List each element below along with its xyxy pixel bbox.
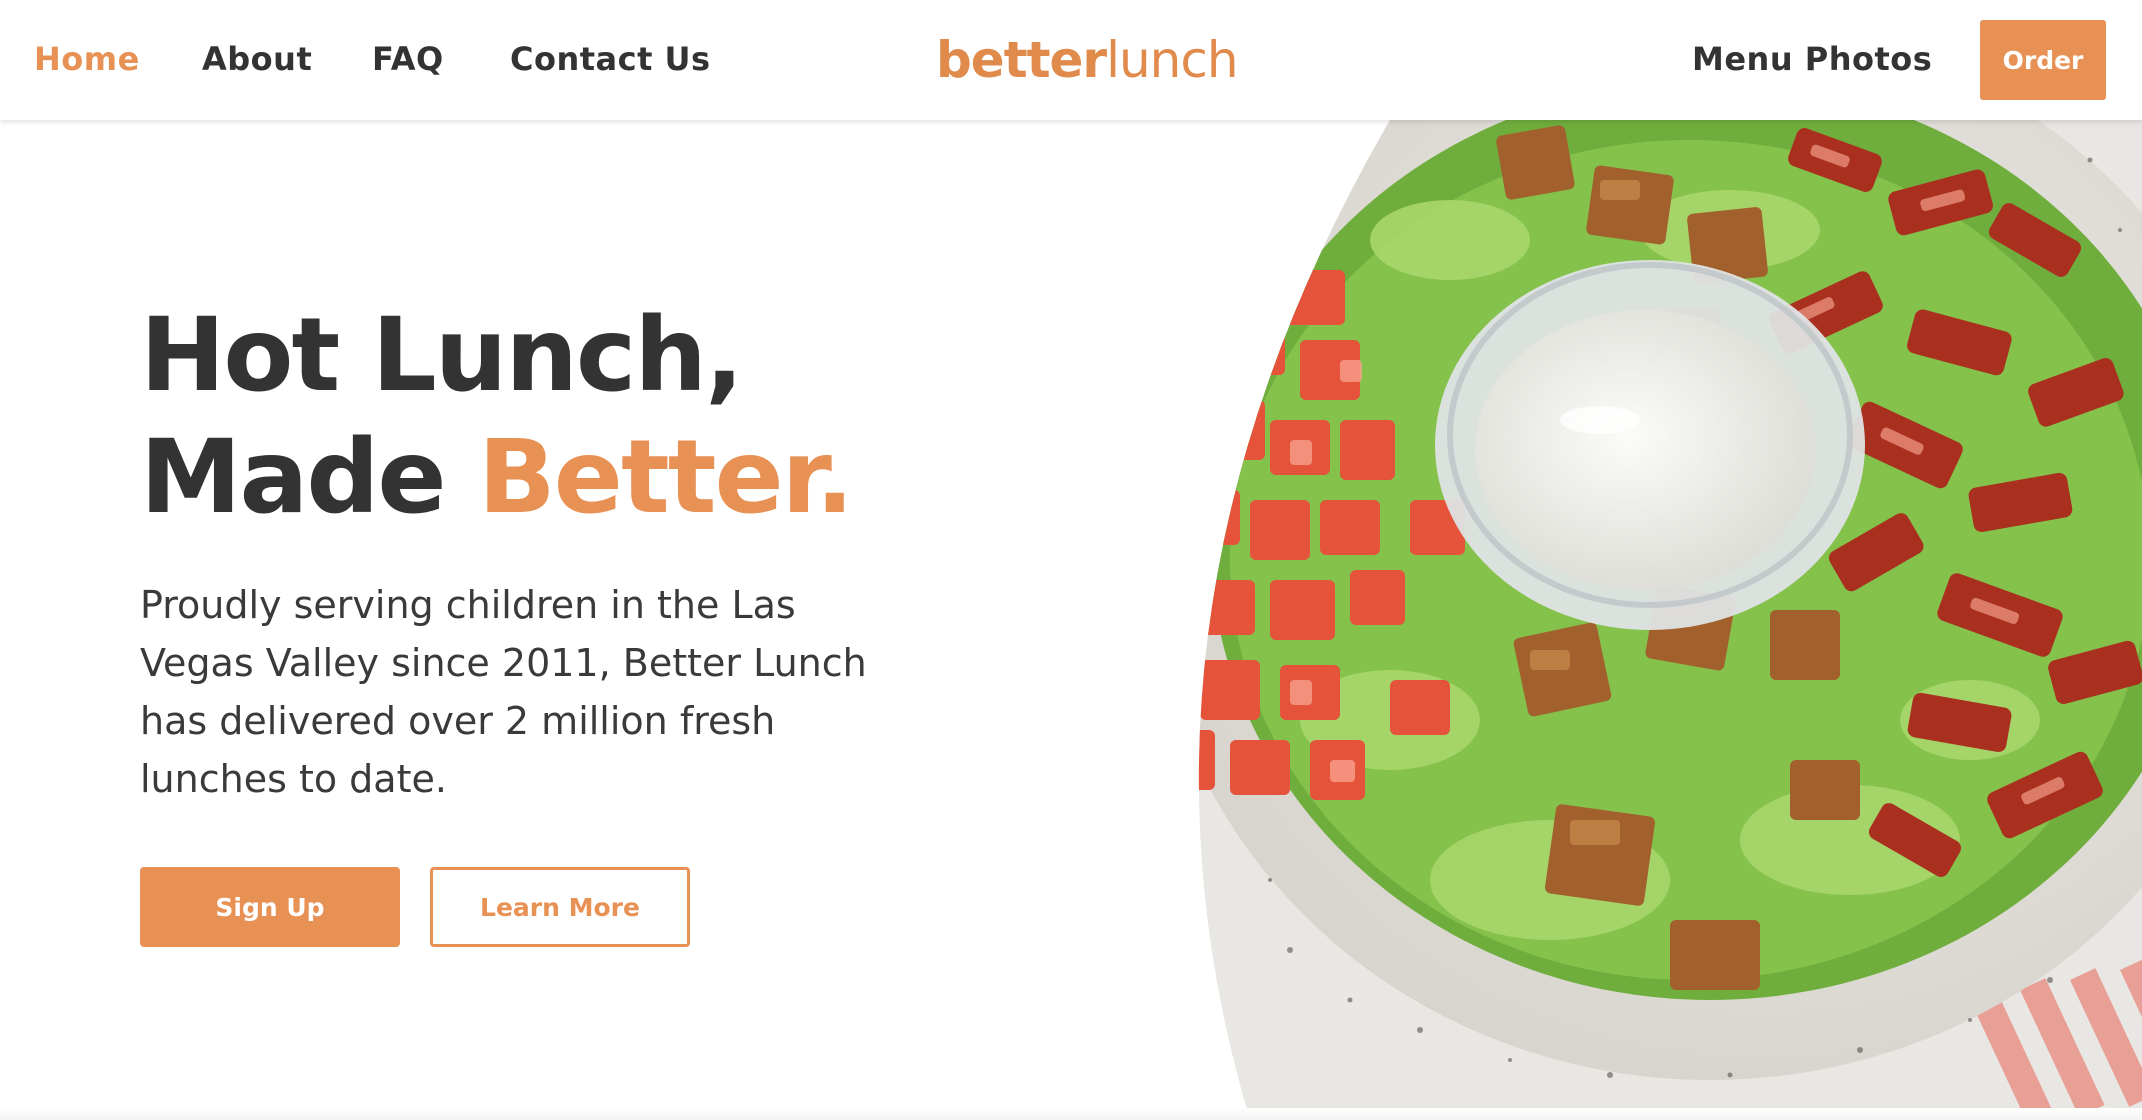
hero-title: Hot Lunch, Made Better. [140, 295, 854, 539]
hero-title-line1: Hot Lunch, [140, 296, 744, 415]
learn-more-button[interactable]: Learn More [430, 867, 690, 947]
hero-image [1090, 120, 2142, 1120]
logo-better-text: better [936, 31, 1107, 89]
hero-title-accent: Better. [478, 418, 854, 537]
sign-up-button[interactable]: Sign Up [140, 867, 400, 947]
nav-home-link[interactable]: Home [34, 40, 140, 78]
betterlunch-logo[interactable]: betterlunch [936, 30, 1239, 90]
hero-title-line2: Made [140, 418, 479, 537]
hero-description: Proudly serving children in the Las Vega… [140, 583, 867, 801]
nav-menu-photos-link[interactable]: Menu Photos [1692, 40, 1932, 78]
logo-lunch-text: lunch [1106, 31, 1238, 89]
nav-about-link[interactable]: About [202, 40, 312, 78]
page-bottom-edge [0, 1108, 2142, 1120]
nav-contact-link[interactable]: Contact Us [510, 40, 711, 78]
salad-bowl-photo [1198, 120, 2142, 1120]
nav-faq-link[interactable]: FAQ [372, 40, 444, 78]
order-button[interactable]: Order [1980, 20, 2106, 100]
top-navbar: Home About FAQ Contact Us betterlunch Me… [0, 0, 2142, 120]
